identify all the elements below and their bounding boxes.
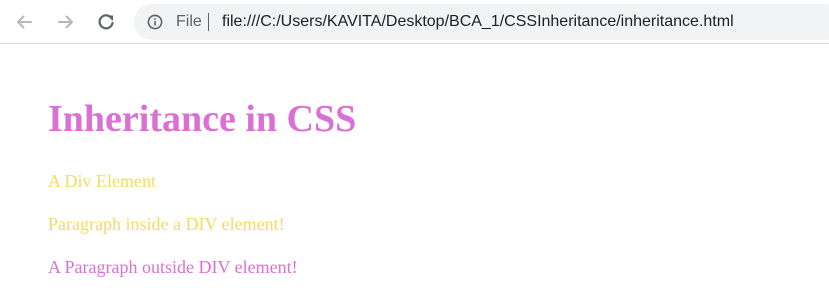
div-element-text: A Div Element	[48, 171, 156, 191]
back-button[interactable]	[11, 9, 37, 35]
reload-icon	[98, 14, 114, 30]
arrow-right-icon	[58, 15, 73, 29]
reload-button[interactable]	[93, 9, 119, 35]
paragraph-inside-div: Paragraph inside a DIV element!	[48, 214, 285, 234]
address-bar[interactable]: File file:///C:/Users/KAVITA/Desktop/BCA…	[134, 4, 829, 40]
forward-button[interactable]	[53, 9, 79, 35]
scheme-separator	[208, 13, 209, 31]
scheme-label: File	[176, 13, 202, 30]
paragraph-outside-div: A Paragraph outside DIV element!	[48, 257, 298, 277]
browser-toolbar: File file:///C:/Users/KAVITA/Desktop/BCA…	[0, 0, 829, 44]
page-heading: Inheritance in CSS	[48, 98, 357, 140]
arrow-left-icon	[17, 15, 32, 29]
info-icon[interactable]	[147, 14, 163, 30]
url-text[interactable]: file:///C:/Users/KAVITA/Desktop/BCA_1/CS…	[222, 12, 734, 32]
